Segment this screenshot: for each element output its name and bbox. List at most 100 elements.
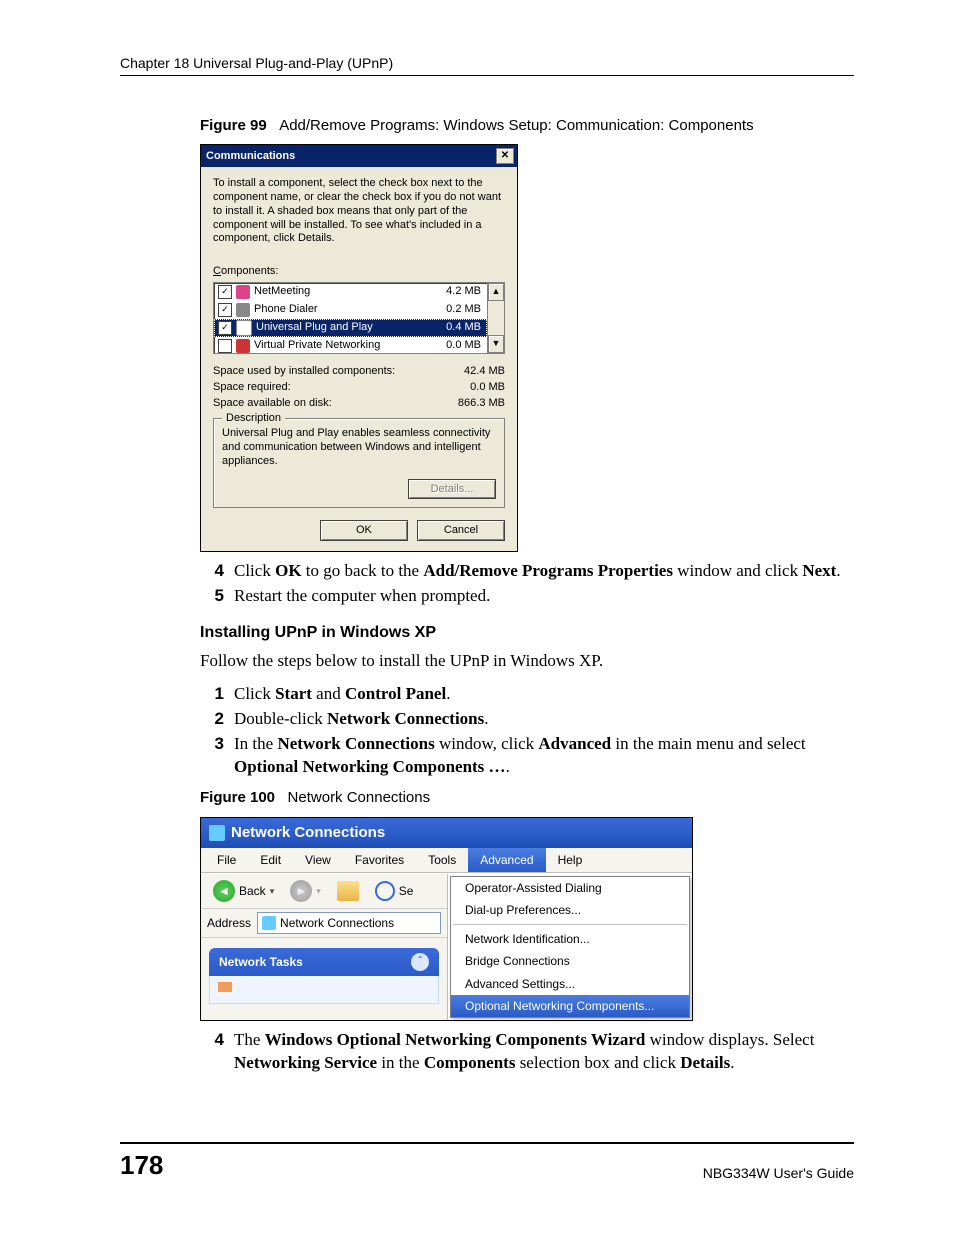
phone-icon [236, 303, 250, 317]
forward-icon: ► [290, 880, 312, 902]
ok-button[interactable]: OK [320, 520, 408, 541]
steps-list-c: 4 The Windows Optional Networking Compon… [200, 1029, 854, 1075]
dropdown-item[interactable]: Dial-up Preferences... [451, 899, 689, 921]
figure-100-caption: Figure 100 Network Connections [200, 788, 854, 808]
tasks-body [209, 976, 439, 1004]
network-tasks-panel: Network Tasks ˆ [209, 948, 439, 1004]
network-connections-icon [262, 916, 276, 930]
list-item[interactable]: Virtual Private Networking 0.0 MB [214, 337, 487, 355]
close-icon[interactable]: ✕ [496, 148, 514, 164]
figure-100-num: Figure 100 [200, 789, 275, 806]
folder-up-button[interactable] [331, 879, 365, 903]
back-button[interactable]: ◄ Back ▾ [207, 878, 280, 904]
menu-advanced[interactable]: Advanced [468, 848, 545, 872]
back-label: Back [239, 883, 266, 899]
item-size: 0.4 MB [446, 320, 481, 335]
figure-99-text: Add/Remove Programs: Windows Setup: Comm… [279, 117, 753, 134]
figure-99-caption: Figure 99 Add/Remove Programs: Windows S… [200, 116, 854, 136]
address-value: Network Connections [280, 915, 394, 931]
checkbox-icon[interactable]: ✓ [218, 321, 232, 335]
menu-view[interactable]: View [293, 848, 343, 872]
window-titlebar: Network Connections [201, 818, 692, 848]
steps-list-b: 1 Click Start and Control Panel. 2 Doubl… [200, 683, 854, 779]
dropdown-separator [453, 924, 687, 925]
chapter-header: Chapter 18 Universal Plug-and-Play (UPnP… [120, 55, 854, 71]
space-req-label: Space required: [213, 380, 291, 395]
description-group: Description Universal Plug and Play enab… [213, 418, 505, 508]
upnp-icon [236, 320, 252, 336]
list-item[interactable]: ✓ NetMeeting 4.2 MB [214, 283, 487, 301]
step-2: 2 Double-click Network Connections. [200, 708, 854, 731]
footer-rule [120, 1142, 854, 1144]
tasks-header[interactable]: Network Tasks ˆ [209, 948, 439, 976]
step-4: 4 Click OK to go back to the Add/Remove … [200, 560, 854, 583]
item-name: Universal Plug and Play [256, 320, 440, 335]
scrollbar[interactable]: ▲ ▼ [487, 283, 504, 353]
step-3: 3 In the Network Connections window, cli… [200, 733, 854, 779]
communications-dialog: Communications ✕ To install a component,… [200, 144, 518, 552]
components-listbox[interactable]: ✓ NetMeeting 4.2 MB ✓ Phone Dialer 0.2 M… [213, 282, 505, 354]
window-content-area: Operator-Assisted Dialing Dial-up Prefer… [448, 874, 692, 1020]
item-size: 4.2 MB [446, 284, 481, 299]
page-number: 178 [120, 1150, 163, 1181]
dropdown-item[interactable]: Operator-Assisted Dialing [451, 877, 689, 899]
checkbox-icon[interactable]: ✓ [218, 303, 232, 317]
space-used-label: Space used by installed components: [213, 364, 395, 379]
netmeeting-icon [236, 285, 250, 299]
step-5: 5 Restart the computer when prompted. [200, 585, 854, 608]
search-icon [375, 881, 395, 901]
address-bar: Address Network Connections [201, 909, 447, 938]
menu-file[interactable]: File [205, 848, 248, 872]
search-hint: Se [399, 883, 414, 899]
item-name: NetMeeting [254, 284, 440, 299]
item-size: 0.0 MB [446, 338, 481, 353]
space-req-value: 0.0 MB [470, 380, 505, 395]
dialog-titlebar: Communications ✕ [201, 145, 517, 167]
menu-tools[interactable]: Tools [416, 848, 468, 872]
window-title: Network Connections [231, 823, 385, 843]
network-connections-icon [209, 825, 225, 841]
back-icon: ◄ [213, 880, 235, 902]
item-name: Virtual Private Networking [254, 338, 440, 353]
header-rule [120, 75, 854, 76]
space-avail-label: Space available on disk: [213, 396, 332, 411]
dropdown-item[interactable]: Network Identification... [451, 928, 689, 950]
advanced-dropdown: Operator-Assisted Dialing Dial-up Prefer… [450, 876, 690, 1018]
description-text: Universal Plug and Play enables seamless… [222, 427, 496, 468]
section-intro: Follow the steps below to install the UP… [200, 650, 854, 673]
dropdown-item[interactable]: Advanced Settings... [451, 973, 689, 995]
dropdown-item-selected[interactable]: Optional Networking Components... [451, 995, 689, 1017]
menu-edit[interactable]: Edit [248, 848, 293, 872]
chevron-down-icon: ▾ [270, 885, 275, 897]
cancel-button[interactable]: Cancel [417, 520, 505, 541]
network-connections-window: Network Connections File Edit View Favor… [200, 817, 693, 1021]
figure-99-num: Figure 99 [200, 117, 267, 134]
address-label: Address [207, 915, 251, 931]
folder-up-icon [337, 881, 359, 901]
steps-list-a: 4 Click OK to go back to the Add/Remove … [200, 560, 854, 608]
address-field[interactable]: Network Connections [257, 912, 441, 934]
item-name: Phone Dialer [254, 302, 440, 317]
space-avail-value: 866.3 MB [458, 396, 505, 411]
details-button: Details... [408, 479, 496, 500]
stats-block: Space used by installed components: 42.4 … [213, 364, 505, 411]
scroll-up-icon[interactable]: ▲ [488, 283, 504, 301]
description-legend: Description [222, 411, 285, 426]
checkbox-icon[interactable] [218, 339, 232, 353]
list-item-selected[interactable]: ✓ Universal Plug and Play 0.4 MB [214, 319, 487, 337]
list-item[interactable]: ✓ Phone Dialer 0.2 MB [214, 301, 487, 319]
vpn-icon [236, 339, 250, 353]
window-left-pane: ◄ Back ▾ ► ▾ Se [201, 874, 448, 1020]
collapse-icon[interactable]: ˆ [411, 953, 429, 971]
menu-favorites[interactable]: Favorites [343, 848, 416, 872]
section-heading: Installing UPnP in Windows XP [200, 622, 854, 644]
space-used-value: 42.4 MB [464, 364, 505, 379]
scroll-down-icon[interactable]: ▼ [488, 335, 504, 353]
dialog-title: Communications [206, 149, 295, 164]
search-button[interactable]: Se [369, 879, 421, 903]
dropdown-item[interactable]: Bridge Connections [451, 950, 689, 972]
menu-help[interactable]: Help [546, 848, 595, 872]
forward-button[interactable]: ► ▾ [284, 878, 327, 904]
checkbox-icon[interactable]: ✓ [218, 285, 232, 299]
figure-100-text: Network Connections [288, 789, 431, 806]
